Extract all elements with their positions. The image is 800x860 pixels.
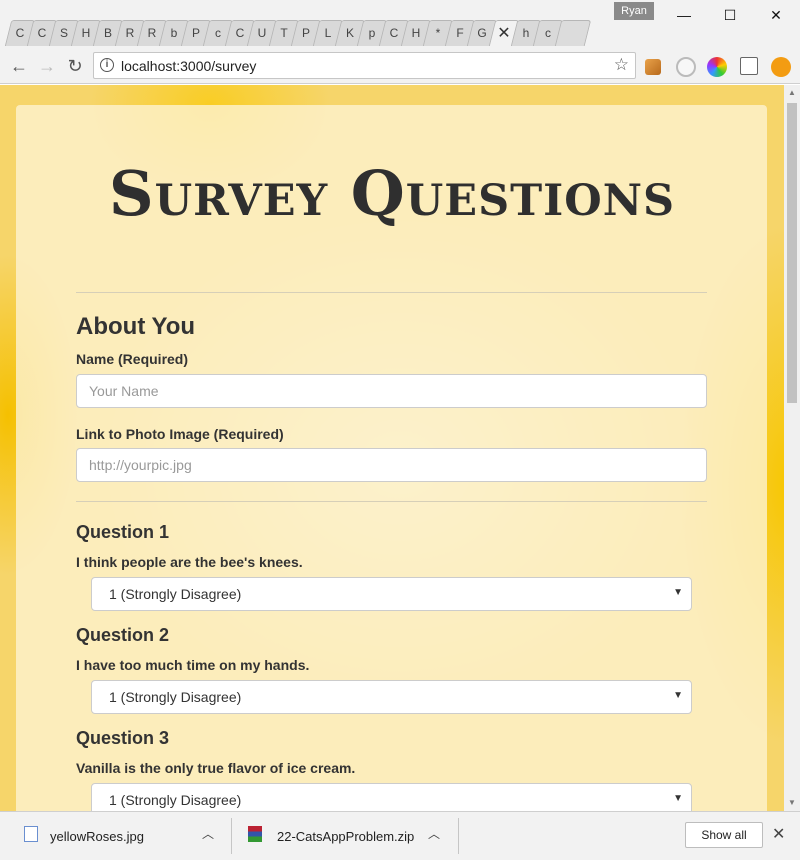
archive-file-icon <box>248 826 262 842</box>
color-picker-extension-icon[interactable] <box>707 57 727 77</box>
page-viewport: Survey Questions About You Name (Require… <box>0 85 784 811</box>
question-3-select[interactable]: 1 (Strongly Disagree) ▼ <box>91 783 692 811</box>
address-bar[interactable]: i localhost:3000/survey ☆ <box>93 52 636 79</box>
close-window-button[interactable]: ✕ <box>753 0 799 30</box>
chevron-up-icon[interactable]: ︿ <box>428 825 440 842</box>
divider <box>458 818 459 854</box>
question-1-text: I think people are the bee's knees. <box>76 554 303 570</box>
new-tab-button[interactable] <box>554 18 592 46</box>
name-input[interactable] <box>76 374 707 408</box>
chevron-up-icon[interactable]: ︿ <box>202 825 214 842</box>
maximize-button[interactable]: ☐ <box>707 0 753 30</box>
question-1-heading: Question 1 <box>76 522 170 542</box>
photo-url-input[interactable] <box>76 448 707 482</box>
question-2-select[interactable]: 1 (Strongly Disagree) ▼ <box>91 680 692 714</box>
vertical-scrollbar[interactable]: ▲ ▼ <box>784 85 800 811</box>
tab-strip: C C S H B R Rb Pc C U T P L Kp C H * F G ✕ h c Ryan — ☐ ✕ <box>0 0 800 48</box>
image-file-icon <box>24 826 38 842</box>
download-item[interactable]: 22-CatsAppProblem.zip ︿ <box>232 812 457 860</box>
forward-arrow-icon[interactable]: → <box>34 53 60 79</box>
scroll-down-icon[interactable]: ▼ <box>784 795 800 811</box>
question-2-selected-value: 1 (Strongly Disagree) <box>109 689 242 705</box>
photo-label: Link to Photo Image (Required) <box>76 426 284 442</box>
question-2-text: I have too much time on my hands. <box>76 657 310 673</box>
tab-list: C C S H B R Rb Pc C U T P L Kp C H * F G ✕ h c <box>4 18 592 48</box>
question-1-selected-value: 1 (Strongly Disagree) <box>109 586 242 602</box>
extension-icon[interactable] <box>676 57 696 77</box>
download-shelf: yellowRoses.jpg ︿ 22-CatsAppProblem.zip … <box>0 811 800 860</box>
reload-icon[interactable]: ↻ <box>62 53 88 79</box>
divider <box>76 501 707 502</box>
name-label: Name (Required) <box>76 351 189 367</box>
about-heading: About You <box>76 313 196 340</box>
close-icon[interactable]: ✕ <box>772 824 785 844</box>
divider <box>76 292 707 293</box>
page-title: Survey Questions <box>108 157 676 230</box>
download-item[interactable]: yellowRoses.jpg ︿ <box>0 812 230 860</box>
question-3-text: Vanilla is the only true flavor of ice c… <box>76 760 356 776</box>
profile-button[interactable]: Ryan <box>614 2 654 20</box>
chevron-down-icon: ▼ <box>673 690 683 701</box>
update-icon[interactable] <box>771 57 791 77</box>
show-all-button[interactable]: Show all <box>685 822 763 848</box>
back-arrow-icon[interactable]: ← <box>6 53 32 79</box>
extension-off-icon[interactable] <box>740 57 758 75</box>
question-3-selected-value: 1 (Strongly Disagree) <box>109 792 242 808</box>
question-3-heading: Question 3 <box>76 728 170 748</box>
scrollbar-thumb[interactable] <box>787 103 797 403</box>
download-name: yellowRoses.jpg <box>50 829 144 844</box>
question-2-heading: Question 2 <box>76 625 170 645</box>
question-1-select[interactable]: 1 (Strongly Disagree) ▼ <box>91 577 692 611</box>
chevron-down-icon: ▼ <box>673 587 683 598</box>
chevron-down-icon: ▼ <box>673 793 683 804</box>
url-text[interactable]: localhost:3000/survey <box>121 58 256 74</box>
download-name: 22-CatsAppProblem.zip <box>277 829 415 844</box>
extension-icon[interactable] <box>645 59 661 75</box>
scroll-up-icon[interactable]: ▲ <box>784 85 800 101</box>
bookmark-star-icon[interactable]: ☆ <box>614 55 629 75</box>
tab-shape <box>554 20 592 46</box>
info-icon[interactable]: i <box>100 58 114 72</box>
browser-toolbar: ← → ↻ i localhost:3000/survey ☆ <box>0 48 800 84</box>
minimize-button[interactable]: — <box>661 0 707 30</box>
